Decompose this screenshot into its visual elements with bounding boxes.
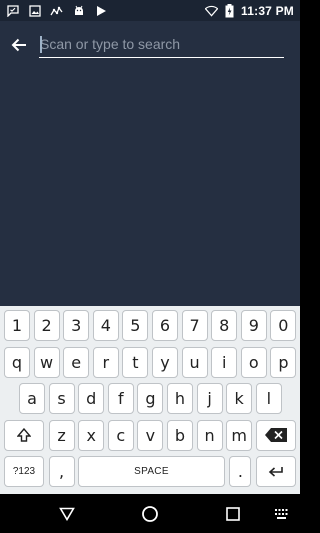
key-w[interactable]: w [33,346,60,378]
backspace-icon [265,428,287,443]
key-t[interactable]: t [122,346,149,378]
nav-back-icon[interactable] [57,504,77,524]
keyboard-row-zxcv: z x c v b n m [2,419,298,454]
image-icon [28,4,41,17]
key-h[interactable]: h [167,383,193,415]
android-icon [72,4,85,17]
key-x[interactable]: x [78,419,105,451]
status-bar: 11:37 PM [0,0,300,21]
key-n[interactable]: n [196,419,223,451]
battery-charging-icon [223,3,236,17]
search-field [39,32,284,58]
key-4[interactable]: 4 [92,310,119,341]
key-0[interactable]: 0 [270,310,297,341]
key-3[interactable]: 3 [63,310,90,341]
shift-arrow-icon [17,428,31,442]
system-icons: 11:37 PM [205,3,294,18]
enter-arrow-icon [268,466,283,477]
clock: 11:37 PM [241,3,294,18]
search-input[interactable] [39,32,284,58]
key-z[interactable]: z [48,419,75,451]
key-k[interactable]: k [226,383,253,415]
app-content [0,21,300,306]
navigation-bar [0,494,300,533]
key-9[interactable]: 9 [240,310,267,341]
notification-icons [6,4,107,17]
symbols-key[interactable]: ?123 [4,456,44,488]
key-c[interactable]: c [107,419,134,451]
key-i[interactable]: i [211,346,238,378]
period-key[interactable]: . [229,456,252,488]
key-s[interactable]: s [48,383,75,415]
key-1[interactable]: 1 [4,310,30,341]
nav-home-icon[interactable] [140,504,160,524]
key-g[interactable]: g [137,383,164,415]
key-e[interactable]: e [63,346,90,378]
key-q[interactable]: q [4,346,30,378]
key-8[interactable]: 8 [211,310,238,341]
soft-keyboard: 1 2 3 4 5 6 7 8 9 0 q w e r t y u i o p … [0,306,300,494]
key-o[interactable]: o [240,346,267,378]
key-f[interactable]: f [107,383,134,415]
key-a[interactable]: a [19,383,45,415]
back-arrow-icon[interactable] [8,35,30,55]
keyboard-row-asdf: a s d f g h j k l [2,383,298,417]
key-l[interactable]: l [255,383,282,415]
key-m[interactable]: m [226,419,253,451]
key-p[interactable]: p [270,346,297,378]
keyboard-grid-icon[interactable] [272,504,292,524]
nav-recents-icon[interactable] [223,504,243,524]
key-6[interactable]: 6 [152,310,178,341]
space-key[interactable]: SPACE [78,456,225,488]
keyboard-number-row: 1 2 3 4 5 6 7 8 9 0 [2,310,298,344]
keyboard-row-qwerty: q w e r t y u i o p [2,346,298,381]
key-d[interactable]: d [78,383,105,415]
key-2[interactable]: 2 [33,310,60,341]
key-5[interactable]: 5 [122,310,149,341]
shift-key[interactable] [4,419,44,451]
wifi-icon [205,4,219,17]
key-y[interactable]: y [152,346,178,378]
key-r[interactable]: r [92,346,119,378]
key-u[interactable]: u [181,346,208,378]
backspace-key[interactable] [256,419,296,451]
chat-icon [6,4,19,17]
key-j[interactable]: j [196,383,223,415]
enter-key[interactable] [256,456,296,488]
key-7[interactable]: 7 [181,310,208,341]
keyboard-bottom-row: ?123 , SPACE . [2,456,298,490]
comma-key[interactable]: , [48,456,75,488]
play-store-icon [94,4,107,17]
key-v[interactable]: v [137,419,164,451]
key-b[interactable]: b [167,419,193,451]
text-cursor [40,36,42,53]
activity-icon [50,4,63,17]
